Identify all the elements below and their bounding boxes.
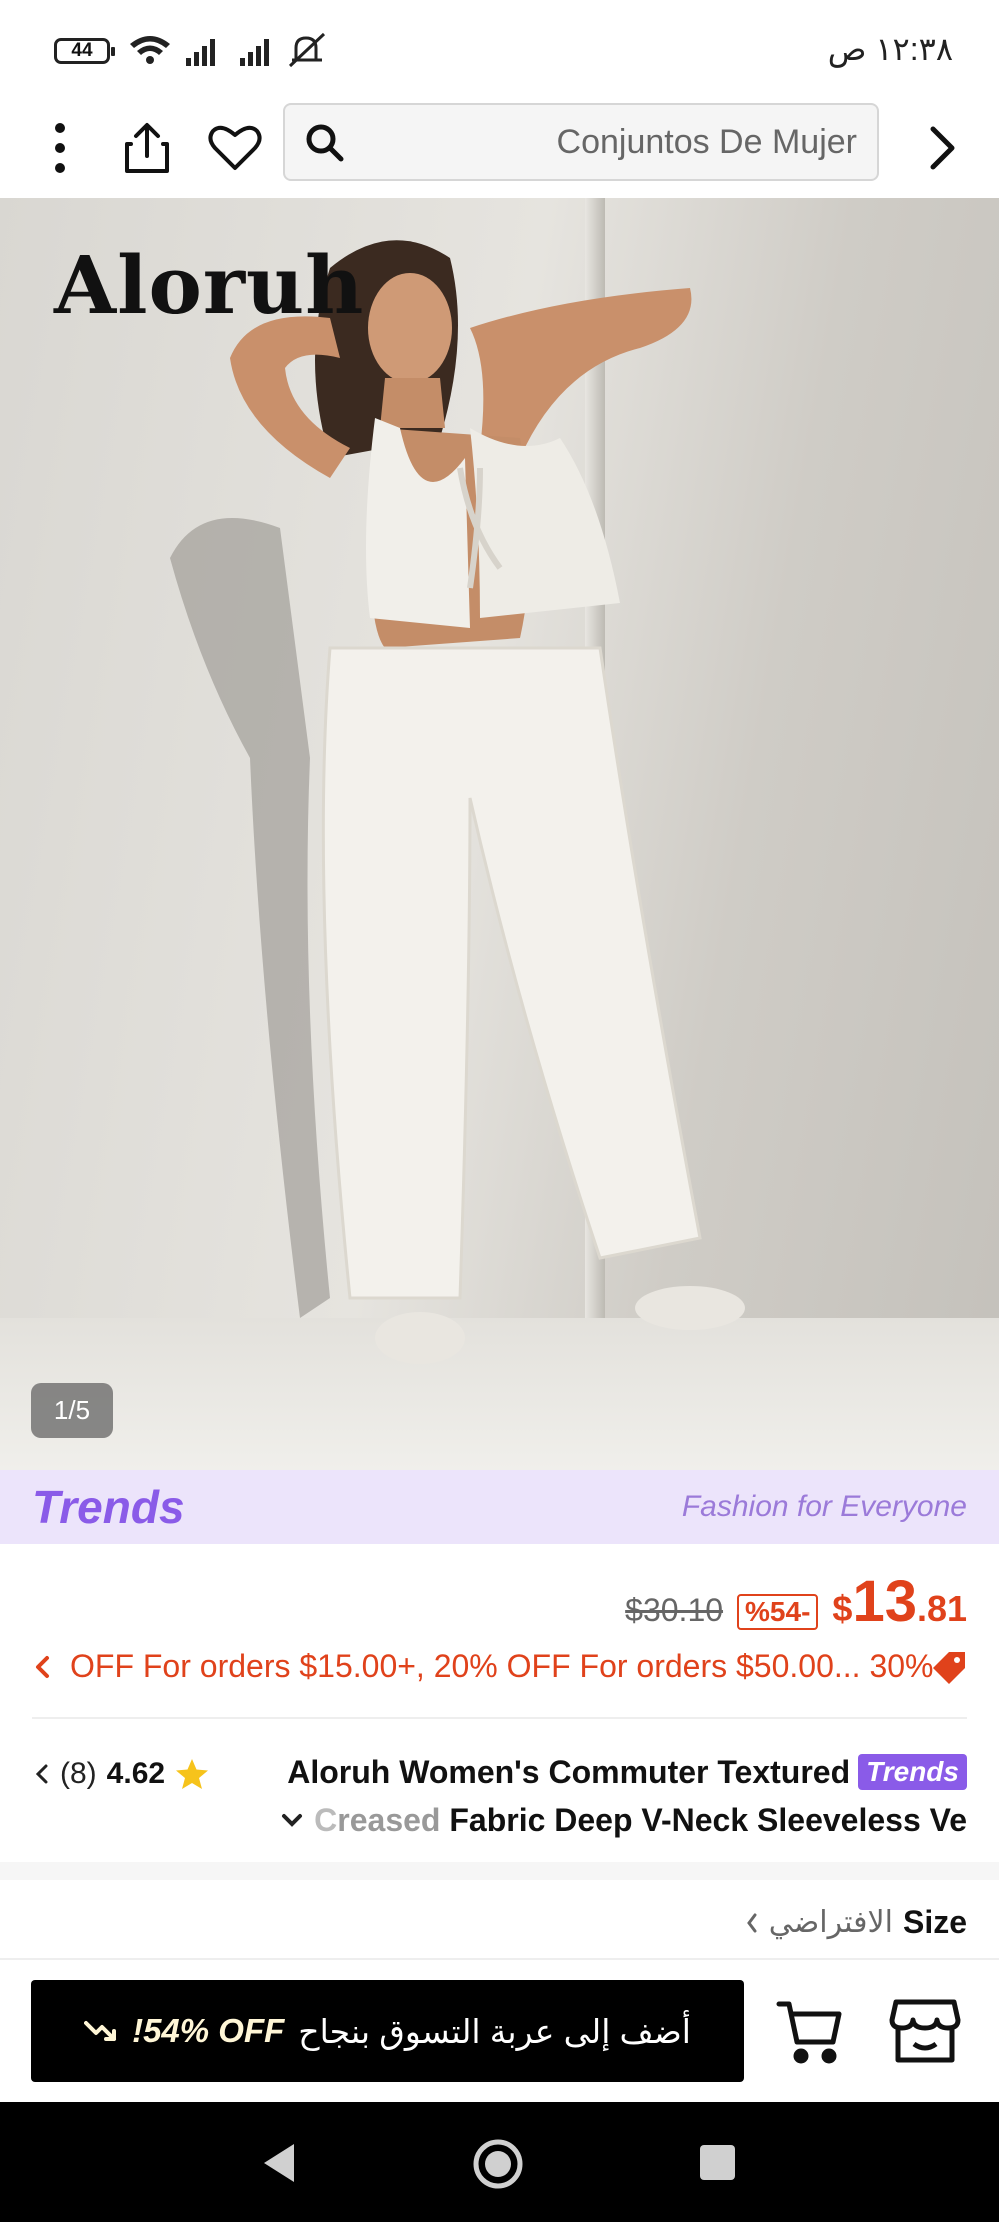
price-cents: .81 bbox=[916, 1588, 967, 1629]
cellular-signal-icon bbox=[186, 39, 269, 66]
recents-icon[interactable] bbox=[700, 2145, 735, 2180]
section-gap bbox=[0, 1862, 999, 1880]
brand-logo: Aloruh bbox=[54, 238, 365, 332]
price-main: 13 bbox=[852, 1569, 917, 1634]
battery-icon: 44 bbox=[54, 38, 115, 64]
product-title-line2[interactable]: Creased Fabric Deep V-Neck Sleeveless Ve bbox=[280, 1798, 967, 1842]
battery-level: 44 bbox=[71, 40, 93, 61]
add-to-cart-button[interactable]: أضف إلى عربة التسوق بنجاح !54% OFF bbox=[31, 1980, 744, 2082]
more-vert-icon[interactable] bbox=[28, 116, 92, 180]
search-input[interactable]: Conjuntos De Mujer bbox=[283, 103, 879, 181]
chevron-left-icon bbox=[35, 1764, 48, 1784]
discount-off-text: !54% OFF bbox=[132, 2012, 285, 2049]
trends-slogan: Fashion for Everyone bbox=[681, 1490, 967, 1523]
size-label: Size bbox=[902, 1904, 967, 1940]
back-icon[interactable] bbox=[262, 2142, 298, 2184]
home-icon[interactable] bbox=[472, 2138, 524, 2190]
trend-down-icon bbox=[84, 2021, 117, 2041]
title-faded-text: reased bbox=[337, 1801, 441, 1838]
store-icon[interactable] bbox=[888, 1996, 962, 2066]
trends-logo: Trends bbox=[32, 1481, 185, 1533]
rating-score: 4.62 bbox=[106, 1757, 166, 1790]
action-bar: أضف إلى عربة التسوق بنجاح !54% OFF bbox=[0, 1958, 999, 2104]
trends-tag: Trends bbox=[858, 1754, 967, 1790]
cart-icon[interactable] bbox=[775, 1996, 845, 2066]
rating[interactable]: (8) 4.62 bbox=[34, 1752, 209, 1796]
image-counter: 1/5 bbox=[31, 1383, 113, 1438]
product-title: Aloruh Women's Commuter Textured bbox=[287, 1753, 851, 1790]
promo-row[interactable]: OFF For orders $15.00+, 20% OFF For orde… bbox=[32, 1648, 967, 1690]
android-nav-bar bbox=[0, 2102, 999, 2222]
heart-icon[interactable] bbox=[203, 116, 267, 180]
size-row[interactable]: الافتراضي Size bbox=[745, 1904, 967, 1941]
product-image[interactable]: Aloruh 1/5 bbox=[0, 198, 999, 1470]
top-nav: Conjuntos De Mujer bbox=[0, 98, 999, 198]
wifi-icon bbox=[130, 36, 170, 64]
discount-badge: %54- bbox=[737, 1594, 819, 1630]
chevron-right-icon[interactable] bbox=[910, 116, 974, 180]
original-price: $30.10 bbox=[625, 1592, 724, 1628]
star-icon bbox=[176, 1759, 209, 1789]
trends-banner[interactable]: Trends Fashion for Everyone bbox=[0, 1470, 999, 1544]
title-fade-text: C bbox=[314, 1801, 338, 1838]
promo-text: OFF For orders $15.00+, 20% OFF For orde… bbox=[70, 1648, 934, 1684]
price-row: $30.10 %54- $13.81 bbox=[625, 1568, 967, 1634]
mute-icon bbox=[288, 32, 326, 68]
product-title-line1: Aloruh Women's Commuter Textured Trends bbox=[287, 1750, 967, 1794]
chevron-left-icon bbox=[36, 1656, 49, 1678]
add-to-cart-label: أضف إلى عربة التسوق بنجاح bbox=[298, 2012, 691, 2050]
model-figure bbox=[170, 240, 745, 1364]
price-tag-icon bbox=[933, 1652, 965, 1684]
search-icon bbox=[306, 124, 344, 162]
chevron-left-icon bbox=[746, 1913, 757, 1932]
chevron-down-icon bbox=[282, 1814, 303, 1827]
share-icon[interactable] bbox=[115, 116, 179, 180]
status-time: ١٢:٣٨ ص bbox=[827, 31, 953, 67]
signal-icons bbox=[130, 32, 326, 68]
title-continued: Fabric Deep V-Neck Sleeveless Ve bbox=[449, 1801, 967, 1838]
divider bbox=[32, 1717, 967, 1719]
size-default: الافتراضي bbox=[768, 1906, 893, 1939]
status-bar: 44 ١٢:٣٨ ص bbox=[0, 0, 999, 98]
rating-count: (8) bbox=[60, 1757, 97, 1790]
search-query: Conjuntos De Mujer bbox=[556, 123, 857, 161]
price-currency: $ bbox=[832, 1588, 853, 1629]
